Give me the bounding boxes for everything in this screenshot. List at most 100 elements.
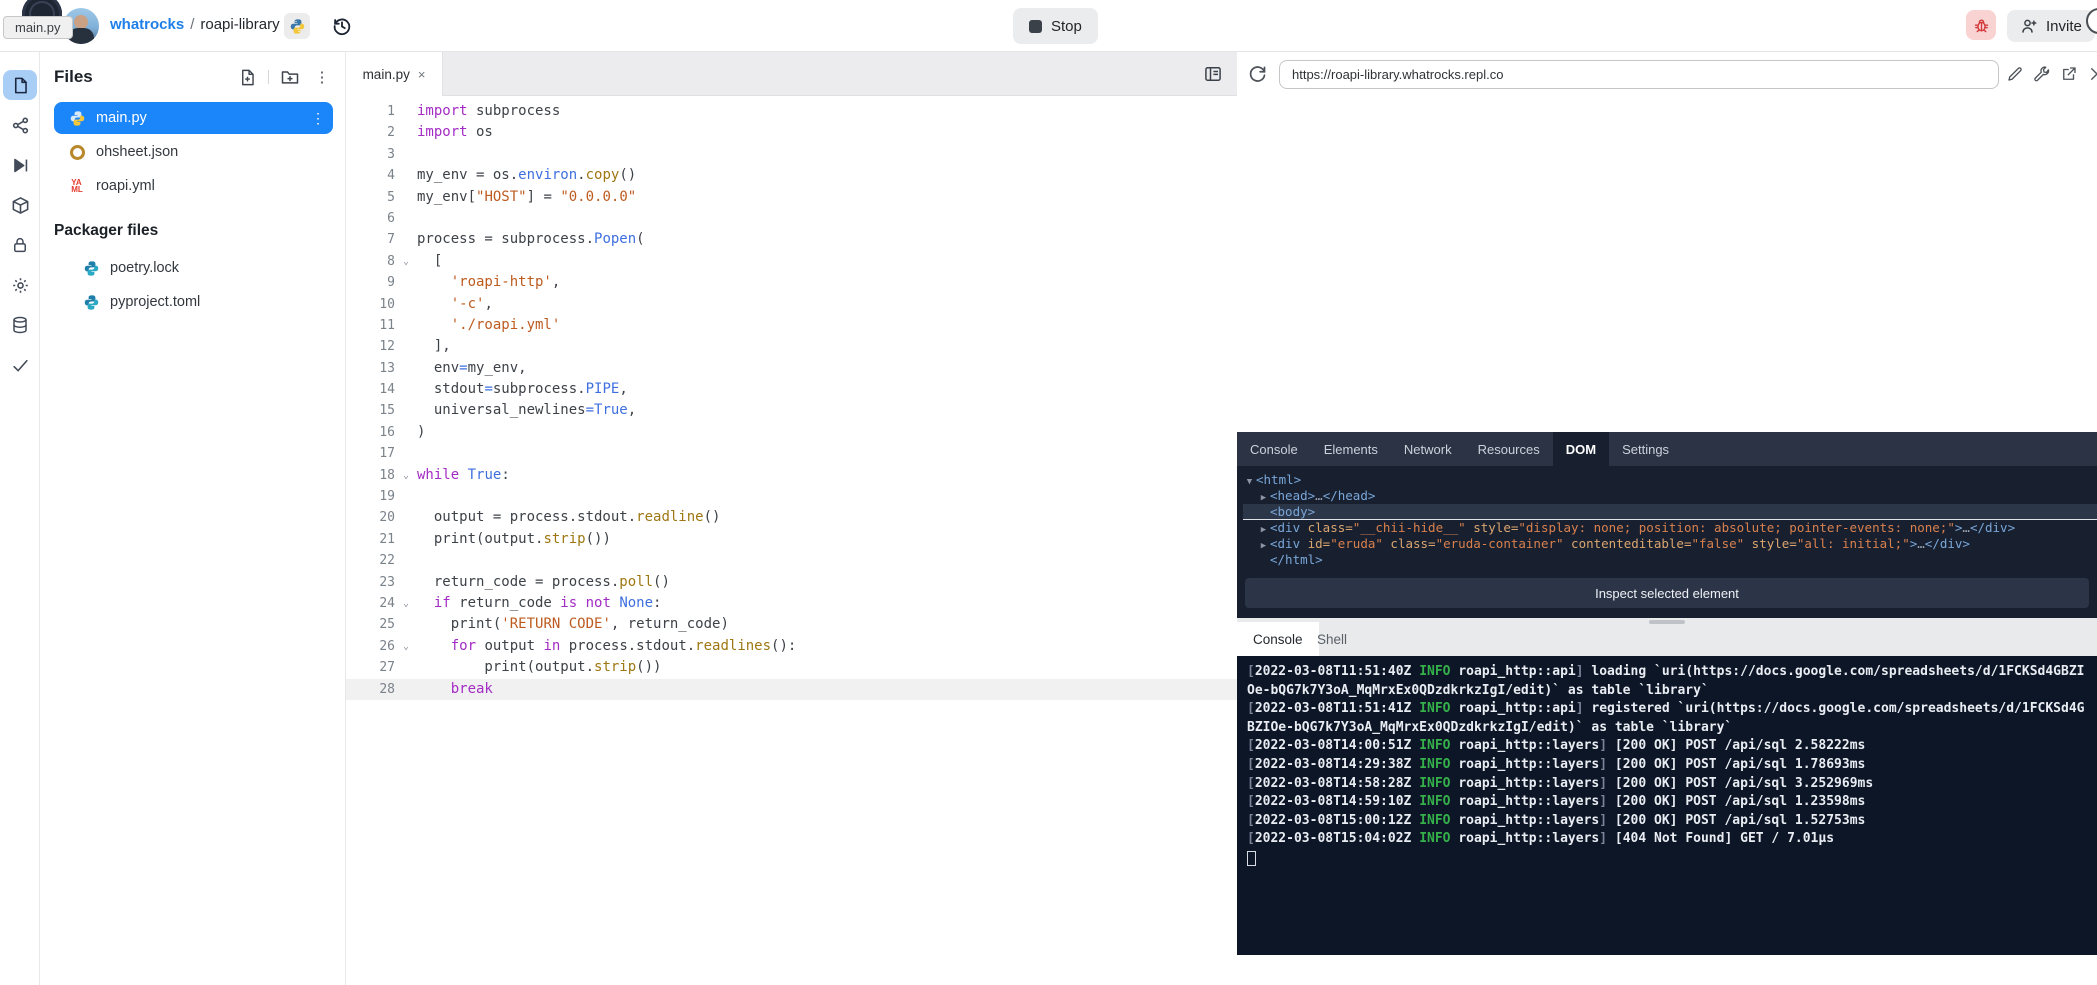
top-bar: main.py whatrocks/roapi-library Stop [0, 0, 2097, 52]
devtools-tab-console[interactable]: Console [1237, 432, 1311, 466]
fold-gutter [395, 529, 417, 550]
tab-main-py[interactable]: main.py × [346, 52, 443, 96]
code-line-18[interactable]: 18⌄while True: [346, 465, 1237, 486]
devtools-tab-network[interactable]: Network [1391, 432, 1465, 466]
code-line-24[interactable]: 24⌄ if return_code is not None: [346, 593, 1237, 614]
line-number: 17 [346, 443, 395, 464]
expand-arrow-icon[interactable]: ▼ [1243, 474, 1256, 490]
rail-secrets-icon[interactable] [3, 230, 37, 260]
code-line-23[interactable]: 23 return_code = process.poll() [346, 572, 1237, 593]
code-line-13[interactable]: 13 env=my_env, [346, 358, 1237, 379]
code-text: '-c', [417, 294, 1237, 315]
files-menu-kebab-icon[interactable]: ⋮ [311, 66, 333, 88]
code-area[interactable]: 1import subprocess2import os34my_env = o… [346, 96, 1237, 700]
rendered-page-viewport[interactable] [1237, 96, 2097, 432]
code-line-14[interactable]: 14 stdout=subprocess.PIPE, [346, 379, 1237, 400]
file-row-poetry.lock[interactable]: poetry.lock [54, 252, 333, 284]
code-line-17[interactable]: 17 [346, 443, 1237, 464]
url-input[interactable] [1279, 60, 1999, 89]
code-line-4[interactable]: 4my_env = os.environ.copy() [346, 165, 1237, 186]
rail-settings-icon[interactable] [3, 270, 37, 300]
code-editor: main.py × 1import subprocess2import os34… [346, 52, 1237, 985]
layout-toggle-icon[interactable] [1203, 64, 1223, 84]
file-row-pyproject.toml[interactable]: pyproject.toml [54, 286, 333, 318]
new-folder-icon[interactable] [279, 66, 301, 88]
stop-button[interactable]: Stop [1013, 8, 1098, 44]
code-line-26[interactable]: 26⌄ for output in process.stdout.readlin… [346, 636, 1237, 657]
code-line-7[interactable]: 7process = subprocess.Popen( [346, 229, 1237, 250]
resize-drag-handle[interactable] [1649, 620, 1685, 624]
code-line-1[interactable]: 1import subprocess [346, 101, 1237, 122]
bug-report-button[interactable] [1966, 10, 1996, 40]
code-line-11[interactable]: 11 './roapi.yml' [346, 315, 1237, 336]
line-number: 5 [346, 187, 395, 208]
code-line-3[interactable]: 3 [346, 144, 1237, 165]
python-language-icon [284, 13, 310, 39]
breadcrumb-username[interactable]: whatrocks [110, 16, 184, 33]
fold-arrow-icon[interactable]: ⌄ [395, 465, 417, 486]
rail-files-icon[interactable] [3, 70, 37, 100]
close-preview-icon[interactable] [2088, 65, 2097, 83]
code-line-8[interactable]: 8⌄ [ [346, 251, 1237, 272]
file-row-main.py[interactable]: main.py⋮ [54, 102, 333, 134]
code-line-25[interactable]: 25 print('RETURN CODE', return_code) [346, 614, 1237, 635]
code-line-15[interactable]: 15 universal_newlines=True, [346, 400, 1237, 421]
console-output[interactable]: [2022-03-08T11:51:40Z INFO roapi_http::a… [1237, 656, 2097, 955]
devtools-tab-dom[interactable]: DOM [1553, 432, 1609, 466]
rail-run-icon[interactable] [3, 150, 37, 180]
file-row-ohsheet.json[interactable]: ohsheet.json [54, 136, 333, 168]
devtools-tab-elements[interactable]: Elements [1311, 432, 1391, 466]
refresh-icon[interactable] [1247, 63, 1268, 84]
code-line-10[interactable]: 10 '-c', [346, 294, 1237, 315]
code-line-2[interactable]: 2import os [346, 122, 1237, 143]
dom-node[interactable]: </html> [1243, 552, 2097, 568]
inspect-selected-element-button[interactable]: Inspect selected element [1245, 578, 2089, 608]
code-line-16[interactable]: 16) [346, 422, 1237, 443]
code-line-5[interactable]: 5my_env["HOST"] = "0.0.0.0" [346, 187, 1237, 208]
fold-gutter [395, 315, 417, 336]
code-line-21[interactable]: 21 print(output.strip()) [346, 529, 1237, 550]
tab-shell[interactable]: Shell [1301, 622, 1363, 656]
dom-node[interactable]: ▶<div id="eruda" class="eruda-container"… [1243, 536, 2097, 552]
code-line-20[interactable]: 20 output = process.stdout.readline() [346, 507, 1237, 528]
devtools-tab-resources[interactable]: Resources [1465, 432, 1553, 466]
rail-checklist-icon[interactable] [3, 350, 37, 380]
line-number: 8 [346, 251, 395, 272]
new-file-icon[interactable] [236, 66, 258, 88]
dom-node[interactable]: ▶<head>…</head> [1243, 488, 2097, 504]
open-in-new-tab-icon[interactable] [2060, 65, 2078, 83]
rail-packages-icon[interactable] [3, 190, 37, 220]
log-line: [2022-03-08T15:00:12Z INFO roapi_http::l… [1247, 812, 2087, 831]
code-line-19[interactable]: 19 [346, 486, 1237, 507]
files-panel-title: Files [54, 67, 226, 87]
dom-node-selected[interactable]: <body> [1243, 504, 2097, 520]
devtools-tab-settings[interactable]: Settings [1609, 432, 1682, 466]
file-name: poetry.lock [110, 260, 325, 276]
fold-arrow-icon[interactable]: ⌄ [395, 251, 417, 272]
history-icon[interactable] [331, 15, 353, 37]
rail-database-icon[interactable] [3, 310, 37, 340]
code-line-28[interactable]: 28 break [346, 679, 1237, 700]
dom-node[interactable]: ▼<html> [1243, 472, 2097, 488]
edit-url-pencil-icon[interactable] [2006, 65, 2024, 83]
fold-gutter [395, 187, 417, 208]
close-tab-icon[interactable]: × [418, 67, 426, 82]
devtools-wrench-icon[interactable] [2033, 65, 2051, 83]
fold-arrow-icon[interactable]: ⌄ [395, 593, 417, 614]
code-line-6[interactable]: 6 [346, 208, 1237, 229]
file-kebab-icon[interactable]: ⋮ [311, 113, 325, 123]
code-text: my_env = os.environ.copy() [417, 165, 1237, 186]
invite-button[interactable]: Invite [2007, 10, 2095, 42]
breadcrumb-repl-name[interactable]: roapi-library [200, 16, 279, 33]
line-number: 25 [346, 614, 395, 635]
line-number: 11 [346, 315, 395, 336]
rail-version-control-icon[interactable] [3, 110, 37, 140]
code-line-12[interactable]: 12 ], [346, 336, 1237, 357]
code-line-22[interactable]: 22 [346, 550, 1237, 571]
fold-arrow-icon[interactable]: ⌄ [395, 636, 417, 657]
code-line-27[interactable]: 27 print(output.strip()) [346, 657, 1237, 678]
code-line-9[interactable]: 9 'roapi-http', [346, 272, 1237, 293]
dom-node[interactable]: ▶<div class="__chii-hide__" style="displ… [1243, 520, 2097, 536]
person-plus-icon [2020, 17, 2038, 35]
file-row-roapi.yml[interactable]: YAMLroapi.yml [54, 170, 333, 202]
